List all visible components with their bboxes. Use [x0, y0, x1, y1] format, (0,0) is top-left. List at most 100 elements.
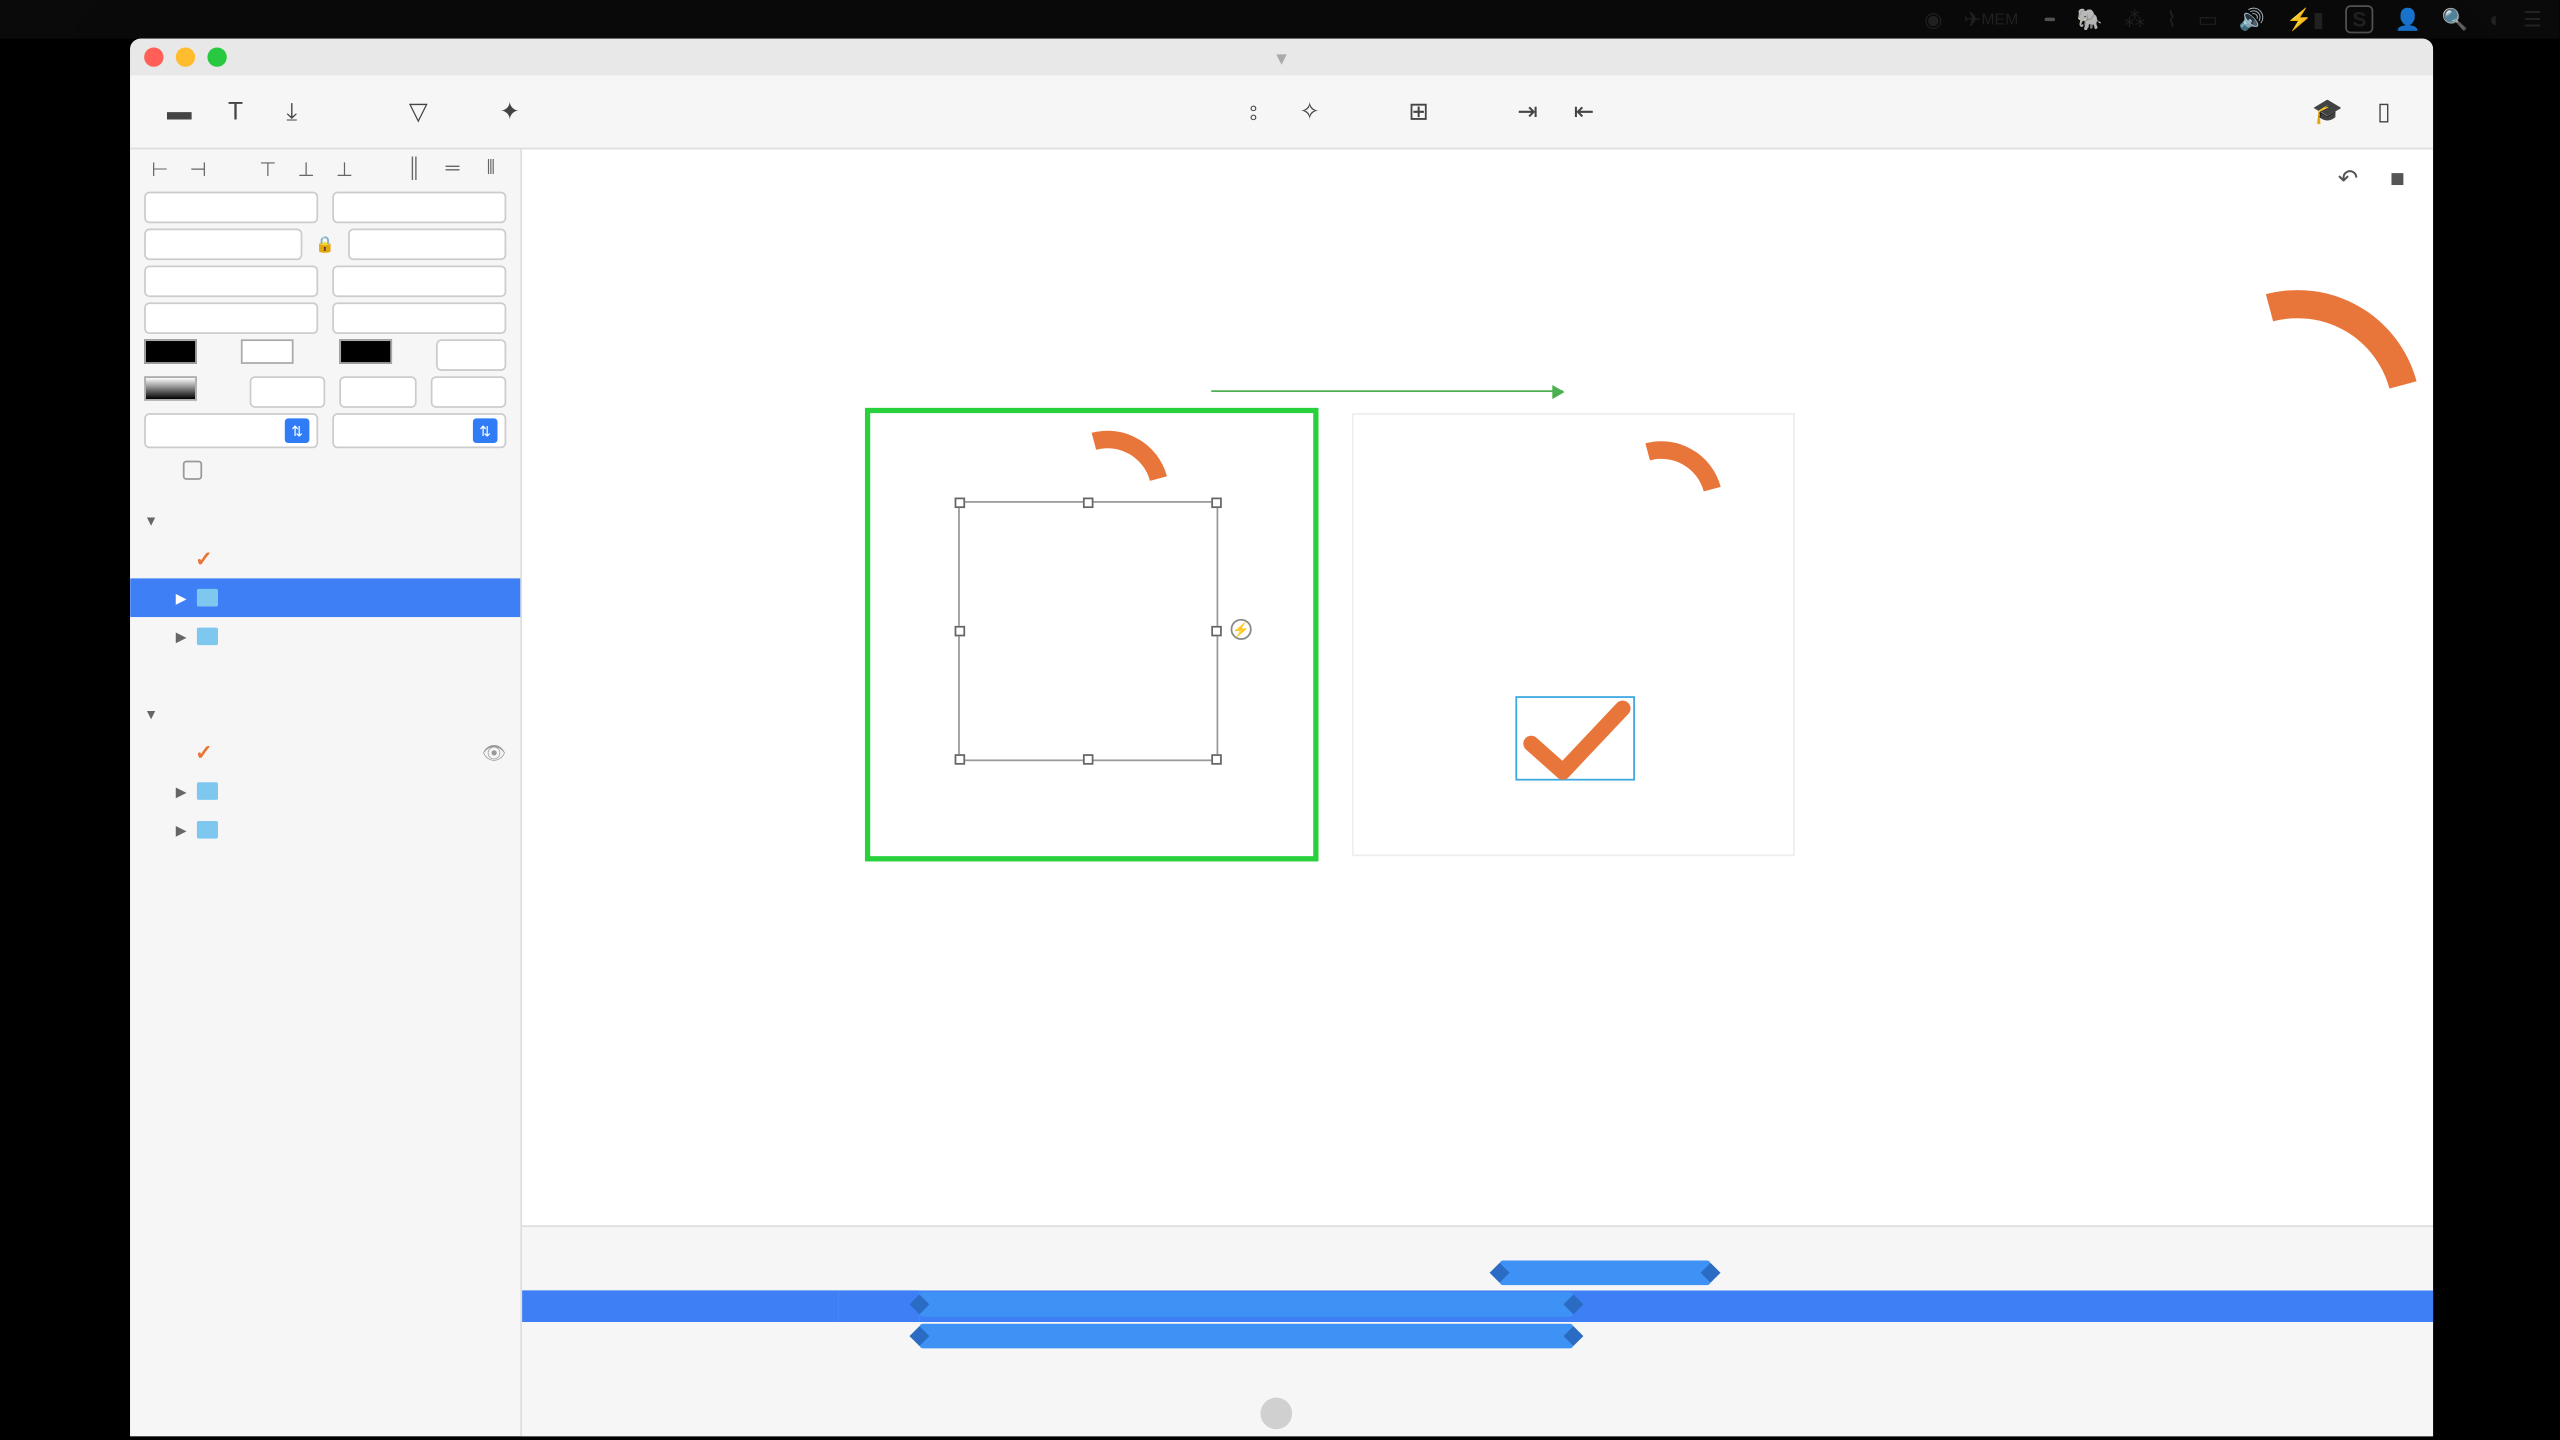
tl-bar-default[interactable]	[919, 1292, 1573, 1317]
tl-row-succeed[interactable]	[522, 1259, 838, 1291]
layer-list: ▼ ✓ ▶ ▶ ▼ ✓👁 ▶ ▶	[130, 490, 520, 887]
artboard-tool[interactable]: ⤓	[264, 97, 320, 127]
tl-row-prog2[interactable]	[522, 1290, 838, 1322]
layer-bg2[interactable]	[130, 849, 520, 888]
titlebar: ▾	[130, 39, 2433, 76]
menubar: ◉ ✈ MEM 🐘 ⁂ ⌇ ▭ 🔊 ⚡▮ S 👤 🔍 ◐ ☰	[0, 0, 2560, 39]
dist-h-icon[interactable]: ║	[398, 156, 429, 181]
display-icon[interactable]: ▭	[2198, 7, 2218, 32]
battery-indicator[interactable]: ⚡▮	[2286, 7, 2324, 32]
toolbar: ▬ T ⤓ ▽ ✦ ⦂ ✧ ⊞ ⇥ ⇤ 🎓 ▯	[130, 76, 2433, 150]
bluetooth-icon[interactable]: ⁂	[2124, 7, 2145, 32]
blur-input[interactable]	[340, 376, 416, 408]
s-icon[interactable]: S	[2345, 5, 2373, 33]
checkmark-icon	[1517, 698, 1637, 782]
succeed-shape-box[interactable]	[1515, 696, 1635, 780]
forward-button[interactable]: ⇥	[1500, 97, 1556, 127]
folder-icon	[197, 587, 218, 608]
arc-shape	[1577, 419, 1745, 587]
inspector-panel: ⊢ ⊣ ⊤ ⊥ ⊥ ║ ═ ⫴ 🔒	[130, 149, 522, 1436]
shadow-input[interactable]	[250, 376, 326, 408]
artboard-loading2[interactable]	[1352, 413, 1795, 856]
create-component-button[interactable]: ✦	[482, 97, 538, 127]
folder-icon	[197, 781, 218, 802]
layer-progress-bg[interactable]: ▶	[130, 617, 520, 656]
vertical-select[interactable]: ⇅	[332, 413, 506, 448]
radius-input[interactable]	[332, 302, 506, 334]
folder-icon	[197, 626, 218, 647]
timeline-panel[interactable]	[522, 1225, 2433, 1436]
shy-input[interactable]	[430, 376, 506, 408]
undo-icon[interactable]: ↶	[2338, 163, 2359, 193]
clip-checkbox-icon[interactable]	[183, 461, 202, 480]
artboard-loading[interactable]: ⚡	[870, 413, 1313, 856]
mirror-button[interactable]: ▯	[2356, 97, 2412, 127]
check-icon: ✓	[193, 548, 214, 569]
evernote-icon[interactable]: 🐘	[2077, 7, 2103, 32]
x-input[interactable]	[144, 192, 318, 224]
align-top-icon[interactable]: ⊤	[252, 156, 283, 181]
tl-bar-default2[interactable]	[919, 1324, 1573, 1349]
layer-progress2-bg2[interactable]: ▶	[130, 772, 520, 811]
backward-button[interactable]: ⇤	[1556, 97, 1612, 127]
tl-row-identical[interactable]	[522, 1354, 838, 1386]
import-button[interactable]: ▽	[390, 97, 446, 127]
tl-row-prog1[interactable]	[522, 1322, 838, 1354]
rr-logo	[1260, 1398, 1299, 1430]
list-icon[interactable]: ☰	[2523, 7, 2542, 32]
align-bottom-icon[interactable]: ⊥	[329, 156, 360, 181]
record-icon[interactable]: ◉	[1924, 7, 1942, 32]
fill-swatch[interactable]	[144, 339, 197, 364]
mem-icon[interactable]: ✈ MEM	[1964, 7, 2024, 32]
height-input[interactable]	[348, 229, 506, 261]
width-input[interactable]	[144, 229, 302, 261]
animate-button[interactable]: ✧	[1282, 97, 1338, 127]
dist-3-icon[interactable]: ⫴	[475, 156, 506, 181]
record-icon[interactable]: ■	[2390, 163, 2405, 193]
layer-loading2[interactable]: ▼	[130, 694, 520, 733]
lock-icon[interactable]: 🔒	[316, 229, 334, 262]
y-input[interactable]	[332, 192, 506, 224]
layer-succeed2[interactable]: ✓👁	[130, 733, 520, 772]
layer-succeed[interactable]: ✓	[130, 540, 520, 579]
stroke-swatch[interactable]	[339, 339, 392, 364]
folder-icon	[197, 819, 218, 840]
eye-icon[interactable]: 👁	[482, 741, 507, 764]
transition-arrow	[1211, 390, 1563, 392]
text-tool[interactable]: T	[207, 97, 263, 127]
lang-indicator[interactable]	[2045, 18, 2056, 22]
shadow-swatch[interactable]	[144, 376, 197, 401]
layer-progress2-bg[interactable]: ▶	[130, 810, 520, 849]
layer-bg[interactable]	[130, 656, 520, 695]
dist-v-icon[interactable]: ═	[437, 156, 468, 181]
check-icon: ✓	[193, 742, 214, 763]
big-arc-shape	[2130, 245, 2433, 581]
group-button[interactable]: ⊞	[1391, 97, 1447, 127]
siri-icon[interactable]: ◐	[2489, 7, 2502, 32]
horizontal-select[interactable]: ⇅	[144, 413, 318, 448]
angle-input[interactable]	[144, 265, 318, 297]
tutorials-button[interactable]: 🎓	[2299, 97, 2355, 127]
align-middle-icon[interactable]: ⊥	[290, 156, 321, 181]
lightning-icon[interactable]: ⚡	[1231, 619, 1252, 640]
drivers-button[interactable]: ⦂	[1225, 97, 1281, 127]
spotlight-icon[interactable]: 🔍	[2442, 7, 2468, 32]
clip-sublayers-row[interactable]	[130, 450, 520, 490]
user-icon[interactable]: 👤	[2395, 7, 2421, 32]
layer-loading[interactable]: ▼	[130, 501, 520, 540]
window-title: ▾	[130, 45, 2433, 70]
timeline-title	[522, 1227, 838, 1259]
align-center-h-icon[interactable]: ⊣	[182, 156, 213, 181]
volume-icon[interactable]: 🔊	[2239, 7, 2265, 32]
alignment-row: ⊢ ⊣ ⊤ ⊥ ⊥ ║ ═ ⫴	[130, 149, 520, 188]
media-swatch[interactable]	[242, 339, 295, 364]
strokew-input[interactable]	[437, 339, 507, 371]
opacity-input[interactable]	[144, 302, 318, 334]
scale-input[interactable]	[332, 265, 506, 297]
align-left-icon[interactable]: ⊢	[144, 156, 175, 181]
wifi-icon[interactable]: ⌇	[2166, 7, 2176, 32]
layer-progress-bg2[interactable]: ▶	[130, 578, 520, 617]
app-window: ▾ ▬ T ⤓ ▽ ✦ ⦂ ✧ ⊞ ⇥ ⇤ 🎓 ▯ ⊢ ⊣ ⊤ ⊥ ⊥	[130, 39, 2433, 1437]
rectangle-tool[interactable]: ▬	[151, 97, 207, 127]
tl-bar-spring[interactable]	[1500, 1260, 1711, 1285]
